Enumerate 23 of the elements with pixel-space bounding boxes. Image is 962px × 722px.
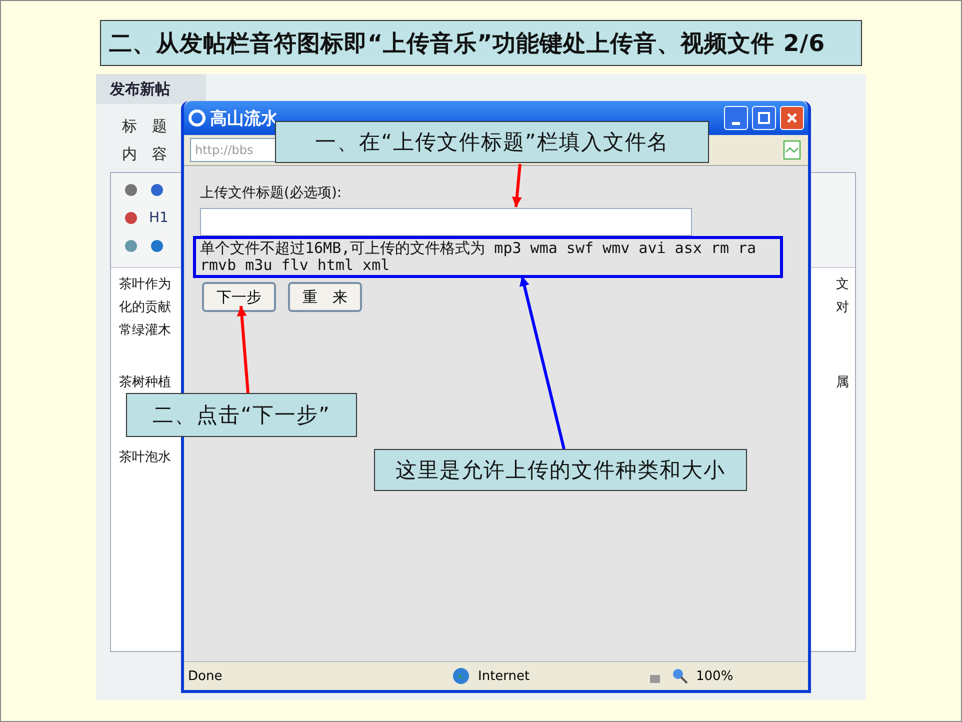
form-label: 内 容 (122, 144, 167, 165)
editor-text: 属 (836, 375, 849, 390)
zone-text: Internet (478, 668, 531, 684)
heading-dropdown[interactable]: H1 (149, 210, 168, 226)
editor-text: 常绿灌木 (119, 323, 171, 338)
editor-text: 茶树种植 (119, 375, 171, 390)
form-label: 标 题 (122, 116, 167, 137)
callout: 这里是允许上传的文件种类和大小 (374, 449, 747, 491)
editor-text: 茶叶泡水 (119, 450, 171, 465)
callout: 一、在“上传文件标题”栏填入文件名 (275, 121, 709, 163)
format-note: 单个文件不超过16MB,可上传的文件格式为 mp3 wma swf wmv avi asx rm ra rmvb m3u flv html xml (200, 240, 758, 274)
reset-button[interactable]: 重 来 (288, 282, 362, 312)
slide-title: 二、从发帖栏音符图标即“上传音乐”功能键处上传音、视频文件 2/6 (100, 20, 862, 66)
next-button[interactable]: 下一步 (202, 282, 276, 312)
editor-text: 化的贡献 (119, 300, 171, 315)
callout: 二、点击“下一步” (126, 393, 357, 437)
zoom-level[interactable]: 100% (696, 668, 734, 684)
editor-text: 文 (836, 277, 849, 292)
editor-text: 茶叶作为 (119, 277, 171, 292)
page-header: 发布新帖 (96, 74, 206, 104)
editor-text: 对 (836, 300, 849, 315)
field-label: 上传文件标题(必选项): (200, 184, 343, 202)
status-text: Done (188, 668, 224, 684)
